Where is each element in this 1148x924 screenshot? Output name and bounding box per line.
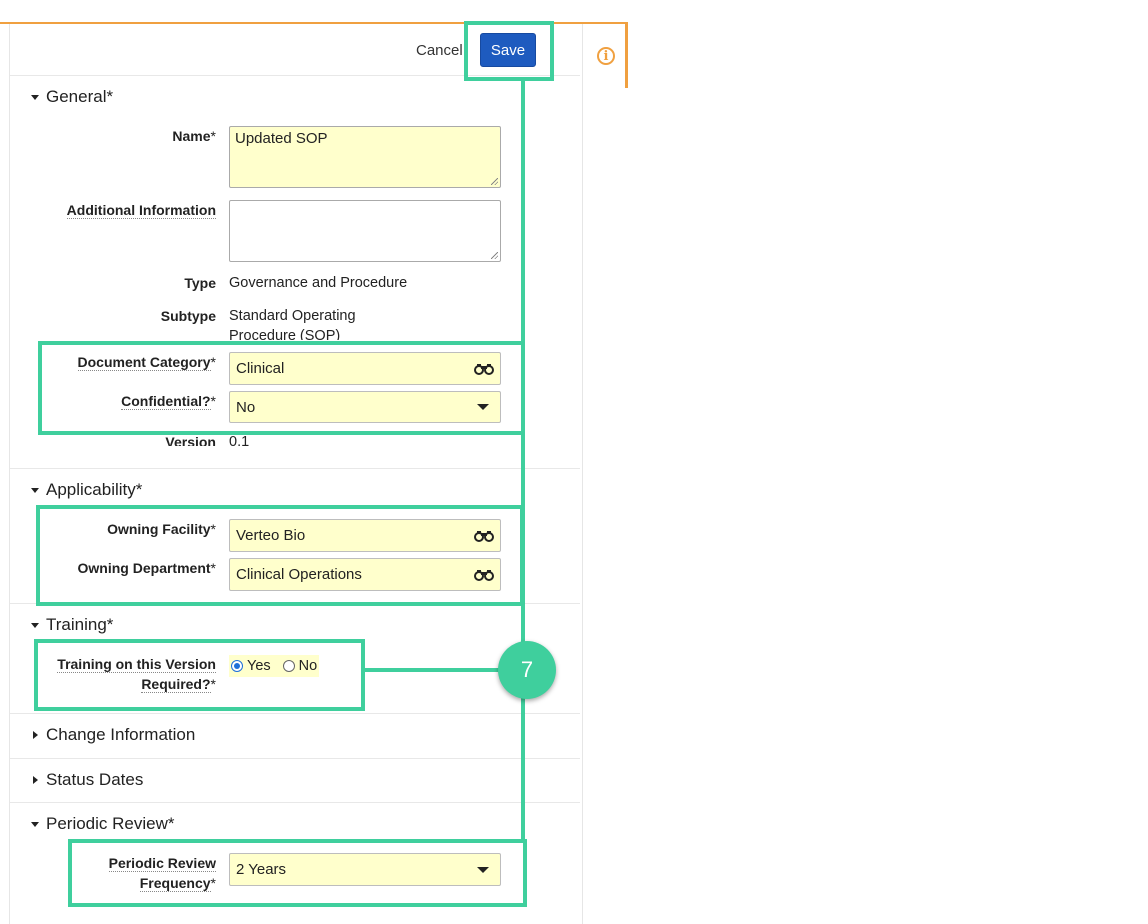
section-change-information-title: Change Information (46, 725, 196, 744)
section-training-title: Training* (46, 615, 114, 634)
section-status-dates-title: Status Dates (46, 770, 144, 789)
highlight-training-required (34, 639, 365, 711)
chevron-right-icon (33, 776, 38, 784)
subtype-value-line1: Standard Operating (229, 308, 356, 324)
highlight-periodic-review (68, 839, 527, 907)
info-icon[interactable]: i (597, 47, 615, 65)
section-divider (10, 713, 580, 714)
connector-line-horizontal (364, 668, 502, 672)
subtype-label: Subtype (160, 308, 216, 324)
section-periodic-review-header[interactable]: Periodic Review* (31, 814, 175, 834)
connector-line-vertical (521, 80, 525, 842)
name-label: Name* (172, 128, 216, 144)
resize-handle-icon[interactable] (491, 178, 498, 185)
chevron-down-icon (31, 94, 39, 100)
section-applicability-header[interactable]: Applicability* (31, 480, 142, 500)
type-label: Type (184, 275, 216, 291)
chevron-down-icon (31, 821, 39, 827)
subtype-value-line2: Procedure (SOP) (229, 328, 341, 340)
additional-information-input[interactable] (229, 200, 501, 262)
highlight-save-button (464, 21, 554, 81)
section-periodic-review-title: Periodic Review* (46, 814, 175, 833)
section-change-information-header[interactable]: Change Information (31, 725, 195, 745)
highlight-applicability-fields (36, 505, 524, 606)
section-divider (10, 468, 580, 469)
chevron-down-icon (31, 487, 39, 493)
section-status-dates-header[interactable]: Status Dates (31, 770, 143, 790)
chevron-right-icon (33, 731, 38, 739)
name-input-value: Updated SOP (235, 130, 328, 147)
step-callout-badge: 7 (498, 641, 556, 699)
section-divider (10, 758, 580, 759)
highlight-category-confidential (38, 341, 525, 435)
cancel-button[interactable]: Cancel (416, 42, 463, 59)
additional-information-label: Additional Information (66, 202, 216, 219)
orange-frame-right (625, 22, 628, 88)
chevron-down-icon (31, 622, 39, 628)
section-general-header[interactable]: General* (31, 87, 113, 107)
section-training-header[interactable]: Training* (31, 615, 113, 635)
name-input[interactable]: Updated SOP (229, 126, 501, 188)
resize-handle-icon[interactable] (491, 252, 498, 259)
section-applicability-title: Applicability* (46, 480, 143, 499)
type-value: Governance and Procedure (229, 275, 408, 291)
section-general-title: General* (46, 87, 114, 106)
section-divider (10, 802, 580, 803)
